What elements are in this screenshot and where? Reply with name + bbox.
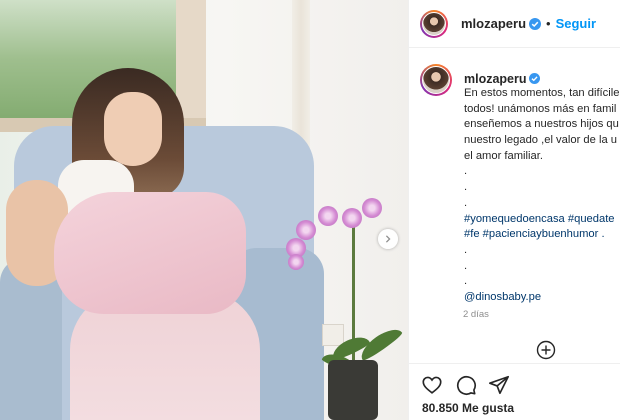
plus-circle-icon[interactable] — [536, 340, 556, 360]
post-header: mlozaperu • Seguir — [409, 0, 620, 48]
orchid-flower — [318, 206, 338, 226]
orchid-flower — [362, 198, 382, 218]
caption-line: . — [464, 181, 468, 194]
likes-count[interactable]: 80.850 Me gusta — [422, 401, 514, 415]
caption-line: todos! unámonos más en famil — [464, 102, 617, 115]
caption-line: . — [464, 196, 468, 209]
post-time[interactable]: 2 días — [463, 309, 489, 320]
orchid-flower — [288, 254, 304, 270]
caption-line: En estos momentos, tan difícile — [464, 87, 620, 99]
mention-link[interactable]: @dinosbaby.pe — [464, 290, 620, 306]
hashtag-line[interactable]: #fe #pacienciaybuenhumor . — [464, 227, 620, 243]
post-photo — [0, 0, 408, 420]
orchid-flower — [296, 220, 316, 240]
caption-line: enseñemos a nuestros hijos qu — [464, 118, 619, 131]
caption-line: el amor familiar. — [464, 149, 543, 162]
post-actions: 80.850 Me gusta — [409, 363, 620, 420]
caption-line: . — [464, 165, 468, 178]
separator-dot: • — [546, 16, 551, 31]
send-icon[interactable] — [488, 374, 510, 396]
caption-line: nuestro legado ,el valor de la u — [464, 134, 617, 147]
baby-blanket — [54, 192, 246, 314]
woman-face — [104, 92, 162, 166]
header-username[interactable]: mlozaperu — [461, 16, 526, 31]
caption-text: En estos momentos, tan difícile todos! u… — [464, 86, 620, 306]
orchid-flower — [342, 208, 362, 228]
comment-icon[interactable] — [455, 374, 477, 396]
follow-button[interactable]: Seguir — [556, 16, 596, 31]
caption-line: . — [464, 243, 468, 256]
post-sidebar: mlozaperu • Seguir mlozaperu En estos mo… — [408, 0, 620, 420]
verified-badge-icon — [528, 73, 540, 84]
chevron-right-icon — [385, 235, 391, 243]
next-photo-button[interactable] — [378, 229, 398, 249]
orchid-pot — [328, 360, 378, 420]
comment-username[interactable]: mlozaperu — [464, 72, 527, 86]
comment-avatar[interactable] — [420, 64, 452, 96]
hashtag-line[interactable]: #yomequedoencasa #quedate — [464, 212, 620, 228]
verified-badge-icon — [529, 17, 542, 30]
caption-line: . — [464, 259, 468, 272]
avatar[interactable] — [420, 9, 448, 38]
caption-line: . — [464, 275, 468, 288]
heart-icon[interactable] — [421, 374, 443, 396]
comment-username-row: mlozaperu — [464, 72, 540, 86]
